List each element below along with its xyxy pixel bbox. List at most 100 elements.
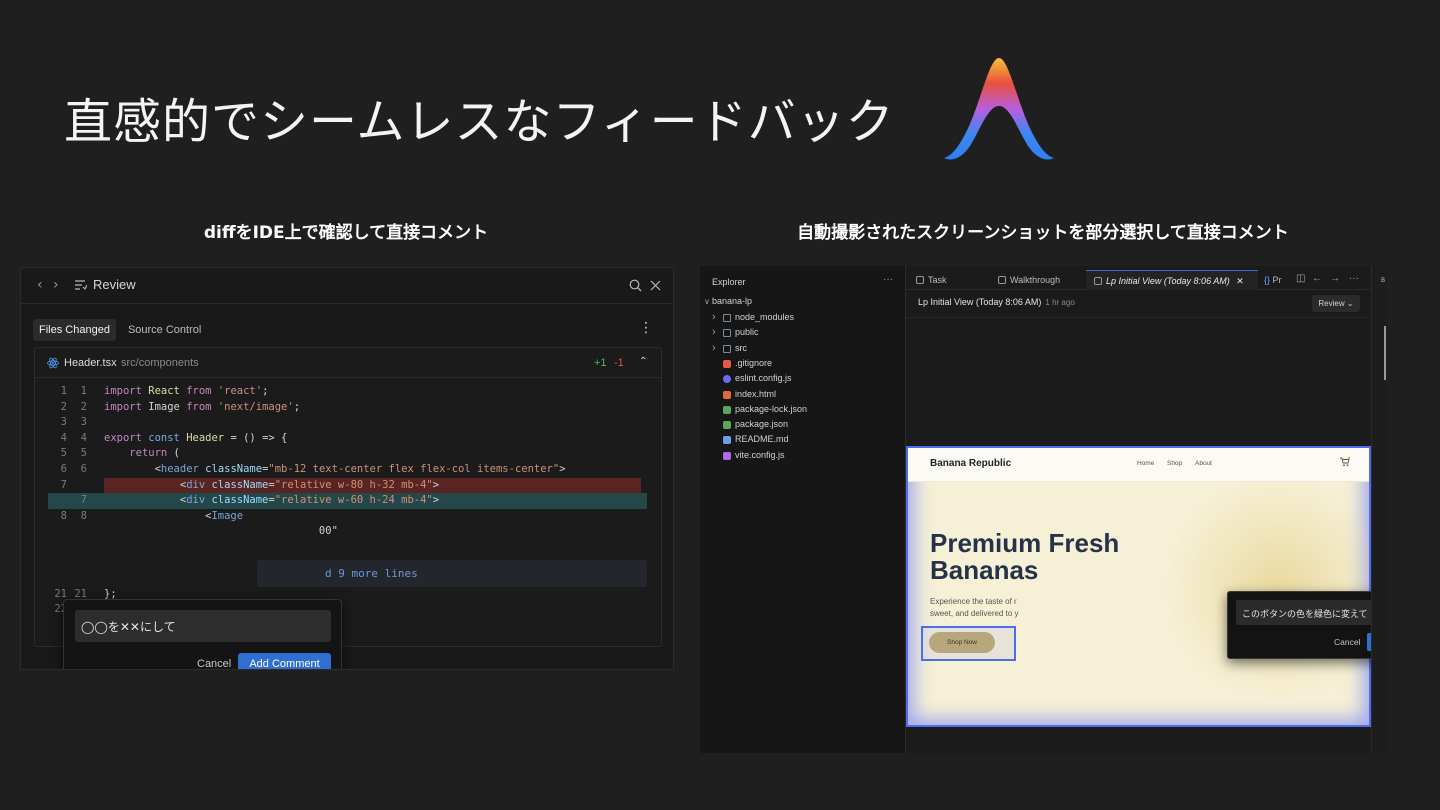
app-logo-icon [944,58,1054,160]
close-icon[interactable] [650,280,661,291]
chevron-right-icon: › [712,311,716,323]
scroll-indicator[interactable] [1384,326,1386,380]
nav-back-icon[interactable]: ← [1312,273,1322,284]
root-folder-label: banana-lp [712,296,753,306]
tree-item-vite-config-js[interactable]: vite.config.js [712,448,892,463]
split-editor-icon[interactable]: ◫ [1296,273,1305,284]
diff-line[interactable]: 33 [35,415,661,431]
deletions-count: -1 [614,357,624,369]
tree-item-label: package.json [735,419,789,430]
old-line-number: 1 [60,385,67,397]
add-comment-button[interactable]: Add Comment [238,653,331,669]
hero-copy-line-1: Experience the taste of r [930,597,1017,606]
tree-item-package-lock-json[interactable]: package-lock.json [712,402,892,417]
cancel-button[interactable]: Cancel [1334,637,1360,647]
tab-source-control[interactable]: Source Control [122,319,207,341]
tab-lp-initial-view[interactable]: Lp Initial View (Today 8:06 AM) ✕ [1086,270,1258,290]
back-arrow-icon[interactable]: ‹ [37,277,43,293]
tab-walkthrough[interactable]: Walkthrough [998,270,1084,290]
explorer-title: Explorer [712,277,746,287]
new-line-number: 1 [80,385,87,397]
search-icon[interactable] [629,279,642,292]
braces-icon: {} [1264,275,1271,285]
hero-background-glow [1158,478,1369,698]
screenshot-comment-input[interactable]: このボタンの色を緑色に変えて [1236,600,1386,625]
code-text: return ( [129,447,180,460]
more-options-icon[interactable]: ⋮ [639,320,653,336]
tree-item-label: .gitignore [735,357,773,368]
screenshot-preview[interactable]: Banana Republic Home Shop About Premium … [906,446,1371,727]
editor-tabs: Task Walkthrough Lp Initial View (Today … [906,270,1371,290]
tab-lp-initial-view-label: Lp Initial View (Today 8:06 AM) [1106,276,1230,286]
new-line-number: 7 [80,494,87,507]
folder-file-icon [723,314,731,322]
expand-hidden-lines[interactable]: d 9 more lines [257,560,647,587]
tree-item-src[interactable]: › src [712,341,892,356]
explorer-more-icon[interactable]: ··· [883,274,893,285]
code-text: import React from 'react'; [104,385,269,397]
tree-item-label: index.html [735,388,777,399]
view-time-ago: 1 hr ago [1045,298,1075,307]
hero-copy-line-2: sweet, and delivered to y [930,609,1019,618]
chevron-right-icon: › [712,326,716,339]
shop-now-button: Shop Now [929,632,995,653]
slide-title: 直感的でシームレスなフィードバック [64,94,895,150]
diff-line-added[interactable]: 7 <div className="relative w-60 h-24 mb-… [35,493,661,509]
tab-close-icon[interactable]: ✕ [1236,276,1244,286]
diff-line-deleted[interactable]: 7 <div className="relative w-80 h-32 mb-… [35,477,661,494]
review-dropdown-button[interactable]: Review ⌄ [1312,295,1360,312]
forward-arrow-icon[interactable]: › [53,277,59,293]
tab-files-changed[interactable]: Files Changed [33,319,116,341]
review-title: Review [93,277,136,292]
new-line-number: 5 [80,447,87,460]
old-line-number: 4 [60,431,67,444]
tree-root-folder[interactable]: ∨ banana-lp [704,294,894,309]
old-line-number: 2 [60,400,67,413]
code-text: export const Header = () => { [104,431,288,444]
hero-copy: Experience the taste of r sweet, and del… [930,596,1019,620]
tree-item-package-json[interactable]: package.json [712,417,892,432]
cancel-button[interactable]: Cancel [197,658,231,669]
tree-item-eslint-config-js[interactable]: eslint.config.js [712,371,892,386]
diff-line[interactable]: 6 6 <header className="mb-12 text-center … [35,462,661,478]
collapse-chevron-icon[interactable]: ⌃ [639,356,647,367]
tab-task[interactable]: Task [916,270,994,290]
tree-item-label: package-lock.json [735,403,808,414]
review-list-icon [75,280,87,290]
file-diff-header[interactable]: Header.tsx src/components +1 -1 ⌃ [35,348,661,378]
tree-item-node-modules[interactable]: › node_modules [712,310,892,325]
tree-item-label: README.md [735,434,789,445]
code-text: import Image from 'next/image'; [104,400,301,413]
diff-line[interactable]: 00" [35,524,661,540]
hero-line-2: Bananas [930,555,1039,585]
diff-line[interactable]: 2 2 import Image from 'next/image'; [35,400,661,416]
tree-item-label: node_modules [735,312,795,322]
old-line-number: 6 [60,463,67,475]
comment-popover: ◯◯を✕✕にして Cancel Add Comment [63,599,342,669]
view-header: Lp Initial View (Today 8:06 AM) 1 hr ago [918,297,1075,307]
comment-input[interactable]: ◯◯を✕✕にして [75,610,331,642]
tree-item-gitignore[interactable]: .gitignore [712,356,892,371]
tree-item-public[interactable]: › public [712,325,892,340]
diff-line[interactable]: 88 <Image [35,509,661,525]
old-line-number: 7 [60,478,67,491]
diff-line[interactable]: 1 1 import React from 'react'; [35,384,661,400]
nav-link-about: About [1195,460,1212,467]
more-actions-icon[interactable]: ··· [1349,273,1359,284]
divider [906,317,1371,318]
review-toolbar: ‹ › Review [21,268,673,304]
tree-item-index-html[interactable]: index.html [712,387,892,402]
nav-forward-icon[interactable]: → [1330,273,1340,284]
diff-line[interactable]: 4 4 export const Header = () => { [35,431,661,447]
old-line-number: 5 [60,447,67,460]
tree-item-readme-md[interactable]: README.md [712,432,892,447]
tab-pr[interactable]: {} Pr [1264,270,1294,290]
diff-line[interactable]: 55 return ( [35,446,661,462]
old-line-number: 8 [60,509,67,522]
walkthrough-icon [998,276,1006,284]
tab-pr-label: Pr [1272,275,1282,285]
side-panel-letter: B [1381,277,1386,284]
old-line-number: 3 [60,416,67,429]
hero-heading: Premium Fresh Bananas [930,530,1119,584]
eslint-file-icon [723,375,731,384]
